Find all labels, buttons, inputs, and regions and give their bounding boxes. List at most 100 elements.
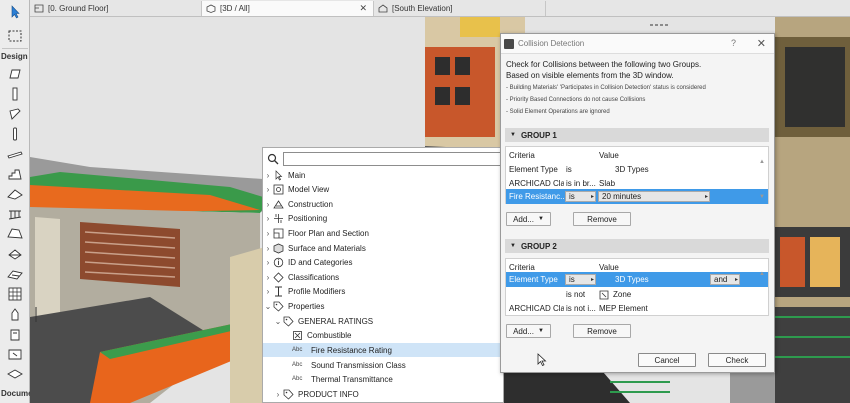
note-line: - Solid Element Operations are ignored [506,109,610,115]
chevron-right-icon[interactable]: › [263,287,273,296]
toolbox-divider [2,48,28,49]
tree-item-floor-plan-section[interactable]: › Floor Plan and Section [263,226,503,240]
chevron-down-icon[interactable]: ⌄ [263,302,273,311]
scroll-up-icon[interactable]: ▲ [759,159,765,165]
scroll-up-icon[interactable]: ▲ [759,271,765,277]
tree-item-profile-modifiers[interactable]: › Profile Modifiers [263,284,503,298]
tree-item-label: ID and Categories [288,257,353,267]
floor-plan-icon [273,228,284,239]
cancel-button[interactable]: Cancel [638,353,696,367]
classification-icon [273,271,284,283]
triangle-down-icon[interactable]: ▼ [510,132,516,138]
design-section-label: Design [1,52,28,61]
group-1-remove-button[interactable]: Remove [573,212,631,226]
dialog-titlebar[interactable]: Collision Detection ? ✕ [501,34,774,54]
operator-value: is [569,192,575,201]
tree-item-label: Properties [288,301,325,311]
beam-tool-icon[interactable] [5,106,25,122]
tree-item-classifications[interactable]: › Classifications [263,270,503,284]
zone-tool-icon[interactable] [5,346,25,362]
id-icon [273,257,284,268]
group-2-add-button[interactable]: Add... ▼ [506,324,551,338]
chevron-right-icon[interactable]: › [263,214,273,223]
tab-label: [3D / All] [220,4,250,13]
tab-label: [South Elevation] [392,4,453,13]
table-row-selected[interactable]: Element Type is ▸ 3D Types and ▸ [506,272,768,287]
pole-tool-icon[interactable] [5,126,25,142]
dropdown-arrow-icon: ▼ [537,216,544,222]
close-icon[interactable]: ✕ [757,37,766,50]
intro-line-1: Check for Collisions between the followi… [506,60,702,69]
fill-tool-icon[interactable] [5,364,25,380]
tree-item-product-info[interactable]: › PRODUCT INFO [263,387,503,401]
wall-tool-icon[interactable] [5,66,25,82]
tree-item-main[interactable]: › Main [263,168,503,182]
close-icon[interactable]: ✕ [359,3,367,14]
chevron-right-icon[interactable]: › [263,273,273,282]
tree-item-label: Profile Modifiers [288,286,346,296]
triangle-down-icon[interactable]: ▼ [510,243,516,249]
chevron-right-icon[interactable]: › [263,200,273,209]
arrow-tool-icon[interactable] [5,4,25,20]
tree-item-properties[interactable]: ⌄ Properties [263,299,503,313]
table-row[interactable]: ARCHICAD Cla... is not i... MEP Element [506,301,768,316]
tree-item-surface-materials[interactable]: › Surface and Materials [263,241,503,255]
morph-tool-icon[interactable] [5,246,25,262]
tree-item-general-ratings[interactable]: ⌄ GENERAL RATINGS [263,314,503,328]
scroll-down-icon[interactable]: ▼ [759,194,765,200]
chevron-right-icon[interactable]: › [263,258,273,267]
tab-ground-floor[interactable]: [0. Ground Floor] [30,1,202,16]
operator-dropdown[interactable]: is ▸ [565,191,596,202]
tree-item-positioning[interactable]: › Positioning [263,211,503,225]
group-2-header[interactable]: ▼ GROUP 2 [505,239,769,253]
tree-item-sound-transmission[interactable]: Abc Sound Transmission Class [263,358,503,372]
tree-item-model-view[interactable]: › Model View [263,182,503,196]
tree-item-thermal-transmittance[interactable]: Abc Thermal Transmittance [263,372,503,386]
group-1-add-button[interactable]: Add... ▼ [506,212,551,226]
tab-south-elevation[interactable]: [South Elevation] [374,1,546,16]
operator-value: is [569,275,575,284]
table-row[interactable]: Element Type is 3D Types [506,162,768,177]
chevron-right-icon[interactable]: › [263,244,273,253]
roof-tool-icon[interactable] [5,186,25,202]
table-row[interactable]: is not Zone [506,287,768,302]
railing-tool-icon[interactable] [5,206,25,222]
value-dropdown[interactable]: 20 minutes ▸ [598,191,710,202]
value-cell: MEP Element [599,304,648,313]
check-button[interactable]: Check [708,353,766,367]
tree-item-id-categories[interactable]: › ID and Categories [263,255,503,269]
mesh-tool-icon[interactable] [5,266,25,282]
collision-detection-dialog: Collision Detection ? ✕ Check for Collis… [500,33,775,373]
object-tool-icon[interactable] [5,306,25,322]
tree-item-construction[interactable]: › Construction [263,197,503,211]
intro-line-2: Based on visible elements from the 3D wi… [506,71,674,80]
logic-dropdown[interactable]: and ▸ [710,274,740,285]
tag-icon [283,316,294,327]
table-row-selected[interactable]: Fire Resistanc... is ▸ 20 minutes ▸ [506,189,768,204]
help-icon[interactable]: ? [731,38,736,48]
group-2-remove-button[interactable]: Remove [573,324,631,338]
tree-item-label: GENERAL RATINGS [298,316,374,326]
column-tool-icon[interactable] [5,86,25,102]
floor-plan-tab-icon [34,4,44,13]
tab-3d-all[interactable]: [3D / All] ✕ [202,1,374,16]
stair-tool-icon[interactable] [5,166,25,182]
value-cell: 3D Types [615,275,649,284]
tree-item-fire-resistance-rating[interactable]: Abc Fire Resistance Rating [263,343,503,357]
chevron-right-icon[interactable]: › [263,185,273,194]
chevron-down-icon[interactable]: ⌄ [273,317,283,326]
criteria-picker-panel: › Main › Model View › Construction › Pos… [262,147,504,403]
curtain-wall-tool-icon[interactable] [5,286,25,302]
slab-tool-icon[interactable] [5,146,25,162]
tree-item-combustible[interactable]: Combustible [263,328,503,342]
chevron-right-icon[interactable]: › [263,171,273,180]
chevron-right-icon[interactable]: › [263,229,273,238]
shell-tool-icon[interactable] [5,226,25,242]
tree-item-label: Surface and Materials [288,243,366,253]
group-1-header[interactable]: ▼ GROUP 1 [505,128,769,142]
lamp-tool-icon[interactable] [5,326,25,342]
search-input[interactable] [283,151,503,166]
marquee-tool-icon[interactable] [5,28,25,44]
operator-dropdown[interactable]: is ▸ [565,274,596,285]
chevron-right-icon[interactable]: › [273,390,283,399]
